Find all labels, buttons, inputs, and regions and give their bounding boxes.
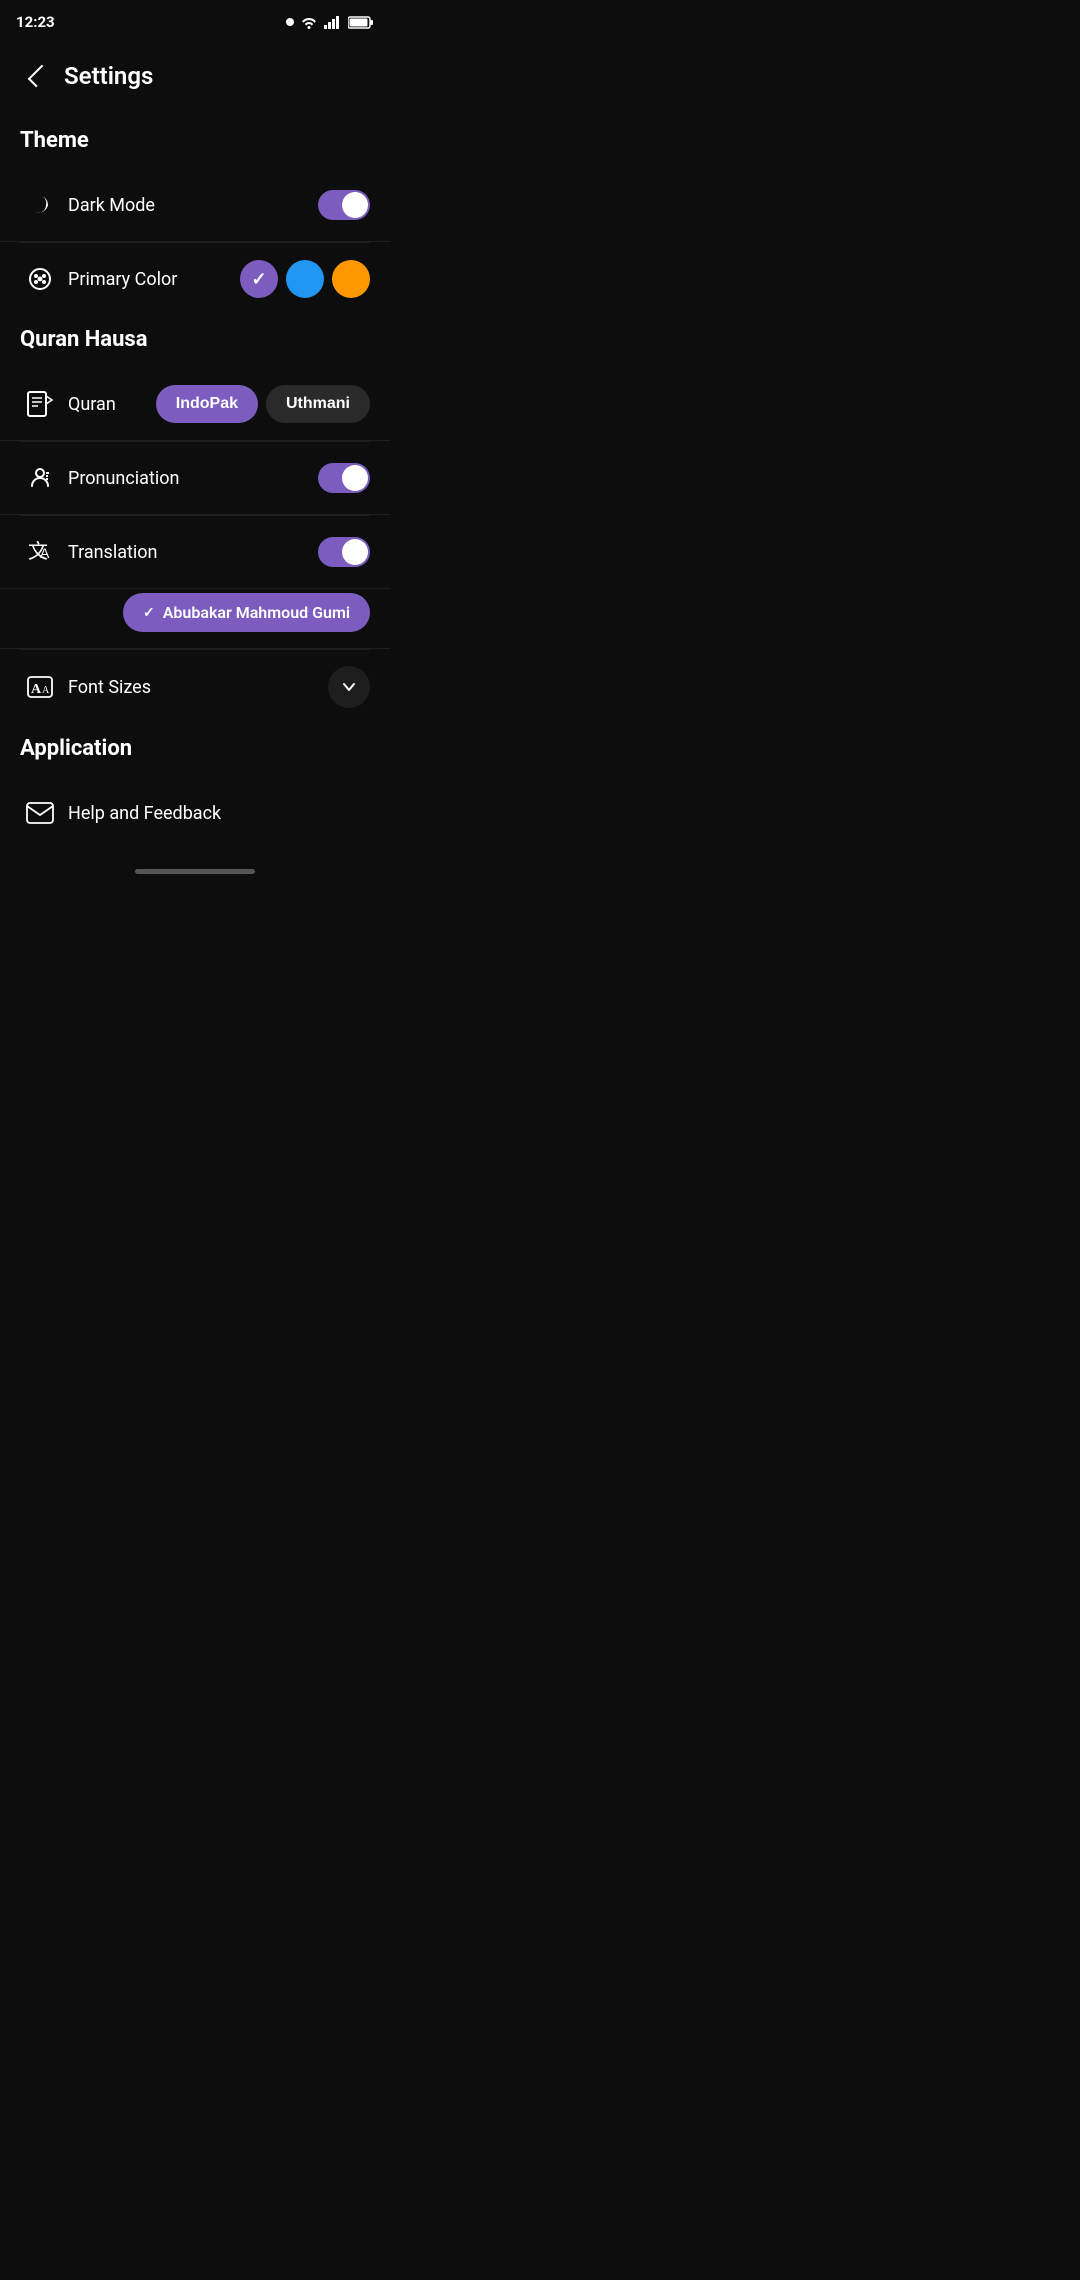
- translation-icon: 文 A: [20, 532, 60, 572]
- pronunciation-item[interactable]: Pronunciation: [0, 442, 390, 515]
- application-section-label: Application: [0, 724, 390, 777]
- font-size-dropdown-btn[interactable]: [328, 666, 370, 708]
- primary-color-label: Primary Color: [68, 269, 240, 290]
- primary-color-item[interactable]: Primary Color: [0, 243, 390, 315]
- home-indicator-area: [0, 849, 390, 884]
- back-arrow-icon: [28, 65, 51, 88]
- status-time: 12:23: [16, 13, 55, 31]
- status-icons: [286, 15, 374, 29]
- moon-icon: [20, 185, 60, 225]
- help-and-feedback-label: Help and Feedback: [68, 803, 370, 824]
- translation-label: Translation: [68, 542, 318, 563]
- pronunciation-icon: [20, 458, 60, 498]
- quran-indopak-btn[interactable]: IndoPak: [156, 385, 258, 423]
- pronunciation-toggle-knob: [342, 465, 368, 491]
- status-bar: 12:23: [0, 0, 390, 44]
- home-indicator: [135, 869, 255, 874]
- signal-icon: [324, 15, 342, 29]
- quran-item[interactable]: Quran IndoPak Uthmani: [0, 368, 390, 441]
- font-sizes-item[interactable]: A A Font Sizes: [0, 650, 390, 724]
- dark-mode-toggle[interactable]: [318, 190, 370, 220]
- check-icon: ✓: [143, 605, 155, 621]
- chevron-down-icon: [339, 677, 359, 697]
- theme-section-label: Theme: [0, 116, 390, 169]
- svg-text:A: A: [42, 685, 50, 696]
- palette-icon: [20, 259, 60, 299]
- font-sizes-label: Font Sizes: [68, 677, 328, 698]
- quran-uthmani-btn[interactable]: Uthmani: [266, 385, 370, 423]
- quran-hausa-section-label: Quran Hausa: [0, 315, 390, 368]
- svg-text:A: A: [40, 545, 50, 561]
- quran-options: IndoPak Uthmani: [156, 385, 370, 423]
- translation-toggle[interactable]: [318, 537, 370, 567]
- color-blue[interactable]: [286, 260, 324, 298]
- theme-section: Theme Dark Mode Primary Color: [0, 116, 390, 315]
- dark-mode-item[interactable]: Dark Mode: [0, 169, 390, 242]
- translator-name: Abubakar Mahmoud Gumi: [163, 603, 350, 622]
- color-options: [240, 260, 370, 298]
- color-purple[interactable]: [240, 260, 278, 298]
- help-and-feedback-item[interactable]: Help and Feedback: [0, 777, 390, 849]
- page-title: Settings: [64, 62, 153, 90]
- translation-toggle-knob: [342, 539, 368, 565]
- notification-icon: [286, 18, 294, 26]
- header: Settings: [0, 44, 390, 116]
- quran-hausa-section: Quran Hausa Quran IndoPak Uthmani: [0, 315, 390, 724]
- pronunciation-toggle[interactable]: [318, 463, 370, 493]
- translator-chip-item[interactable]: ✓ Abubakar Mahmoud Gumi: [0, 589, 390, 649]
- svg-text:A: A: [31, 682, 42, 697]
- pronunciation-label: Pronunciation: [68, 468, 318, 489]
- battery-icon: [348, 16, 374, 29]
- back-button[interactable]: [16, 56, 56, 96]
- mail-icon: [20, 793, 60, 833]
- color-orange[interactable]: [332, 260, 370, 298]
- translator-chip[interactable]: ✓ Abubakar Mahmoud Gumi: [123, 593, 370, 632]
- application-section: Application Help and Feedback: [0, 724, 390, 849]
- quran-icon: [20, 384, 60, 424]
- dark-mode-toggle-knob: [342, 192, 368, 218]
- translation-item[interactable]: 文 A Translation: [0, 516, 390, 589]
- dark-mode-label: Dark Mode: [68, 195, 318, 216]
- font-sizes-icon: A A: [20, 667, 60, 707]
- wifi-icon: [300, 15, 318, 29]
- quran-label: Quran: [68, 394, 156, 415]
